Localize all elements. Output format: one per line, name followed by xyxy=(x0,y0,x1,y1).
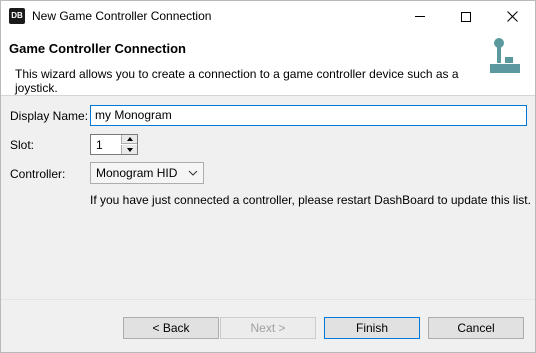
display-name-input[interactable]: my Monogram xyxy=(90,105,527,126)
slot-label: Slot: xyxy=(10,138,35,152)
controller-selected-value: Monogram HID xyxy=(96,166,178,180)
window-title: New Game Controller Connection xyxy=(32,9,212,23)
minimize-icon xyxy=(415,16,425,17)
arrow-down-icon xyxy=(126,147,133,152)
chevron-down-icon xyxy=(188,170,198,176)
close-button[interactable] xyxy=(489,1,535,32)
wizard-window: DB New Game Controller Connection Game C… xyxy=(0,0,536,353)
app-icon: DB xyxy=(9,8,25,24)
page-description: This wizard allows you to create a conne… xyxy=(15,67,459,95)
back-button[interactable]: < Back xyxy=(123,317,219,339)
display-name-label: Display Name: xyxy=(10,109,89,123)
page-title: Game Controller Connection xyxy=(9,41,186,56)
next-button[interactable]: Next > xyxy=(220,317,316,339)
slot-increment-button[interactable] xyxy=(121,135,137,144)
controller-select[interactable]: Monogram HID xyxy=(90,162,204,184)
arrow-up-icon xyxy=(126,137,133,141)
cancel-button[interactable]: Cancel xyxy=(428,317,524,339)
finish-button[interactable]: Finish xyxy=(324,317,420,339)
title-bar[interactable]: DB New Game Controller Connection xyxy=(1,1,535,32)
footer-divider xyxy=(1,299,535,300)
slot-stepper[interactable]: 1 xyxy=(90,134,138,155)
close-icon xyxy=(506,11,518,22)
slot-value[interactable]: 1 xyxy=(96,138,103,152)
minimize-button[interactable] xyxy=(397,1,443,32)
slot-decrement-button[interactable] xyxy=(121,145,137,154)
controller-label: Controller: xyxy=(10,167,66,181)
controller-hint: If you have just connected a controller,… xyxy=(90,193,531,207)
maximize-icon xyxy=(461,11,471,22)
maximize-button[interactable] xyxy=(443,1,489,32)
wizard-header: Game Controller Connection This wizard a… xyxy=(1,32,535,96)
joystick-icon xyxy=(490,38,520,73)
